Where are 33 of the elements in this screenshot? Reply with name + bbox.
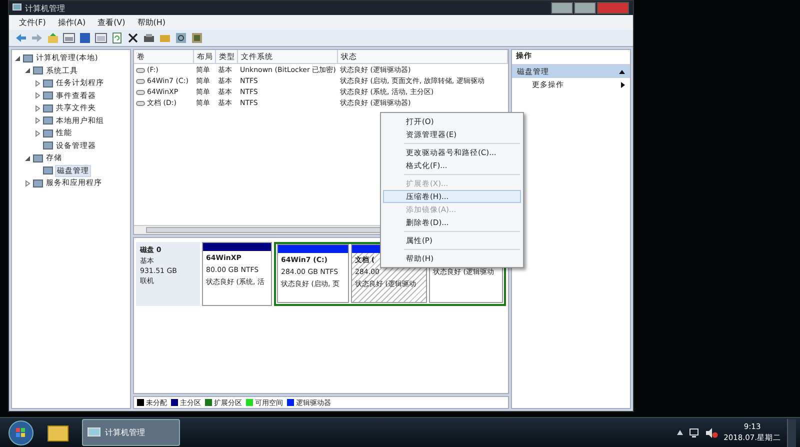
menu-item[interactable]: 查看(V) [98, 17, 126, 28]
window-title: 计算机管理 [25, 2, 65, 14]
expand-arrow-icon[interactable] [34, 92, 41, 100]
delete-icon[interactable] [127, 32, 139, 44]
taskbar-button[interactable]: 计算机管理 [82, 419, 180, 446]
panel-icon[interactable] [63, 32, 75, 44]
network-icon[interactable] [688, 428, 700, 438]
speaker-muted-icon[interactable] [706, 428, 718, 438]
tray-arrow-icon[interactable] [676, 430, 683, 435]
collapse-arrow-icon[interactable] [24, 67, 31, 74]
menu-item[interactable]: 操作(A) [58, 17, 86, 28]
refresh-icon[interactable] [111, 32, 123, 44]
back-icon[interactable] [15, 32, 27, 44]
submenu-arrow-icon [621, 82, 625, 88]
expand-arrow-icon[interactable] [34, 130, 41, 137]
collapse-arrow-icon[interactable] [619, 70, 625, 74]
start-icon[interactable] [8, 420, 34, 446]
collapse-arrow-icon[interactable] [14, 54, 21, 62]
expand-arrow-icon[interactable] [24, 180, 31, 187]
expand-arrow-icon[interactable] [34, 80, 41, 87]
menu-item[interactable]: 文件(F) [19, 17, 46, 28]
expand-arrow-icon[interactable] [34, 104, 41, 112]
minimize-button[interactable] [551, 2, 573, 14]
expand-arrow-icon[interactable] [34, 117, 41, 124]
computer-icon [87, 426, 101, 438]
computer-icon [12, 3, 22, 13]
properties-icon[interactable] [143, 32, 155, 44]
search-icon[interactable] [175, 32, 187, 44]
maximize-button[interactable] [574, 2, 596, 14]
view-icon[interactable] [95, 32, 107, 44]
collapse-arrow-icon[interactable] [24, 154, 31, 162]
up-folder-icon[interactable] [47, 32, 59, 44]
menu-item[interactable]: 帮助(H) [137, 17, 166, 28]
